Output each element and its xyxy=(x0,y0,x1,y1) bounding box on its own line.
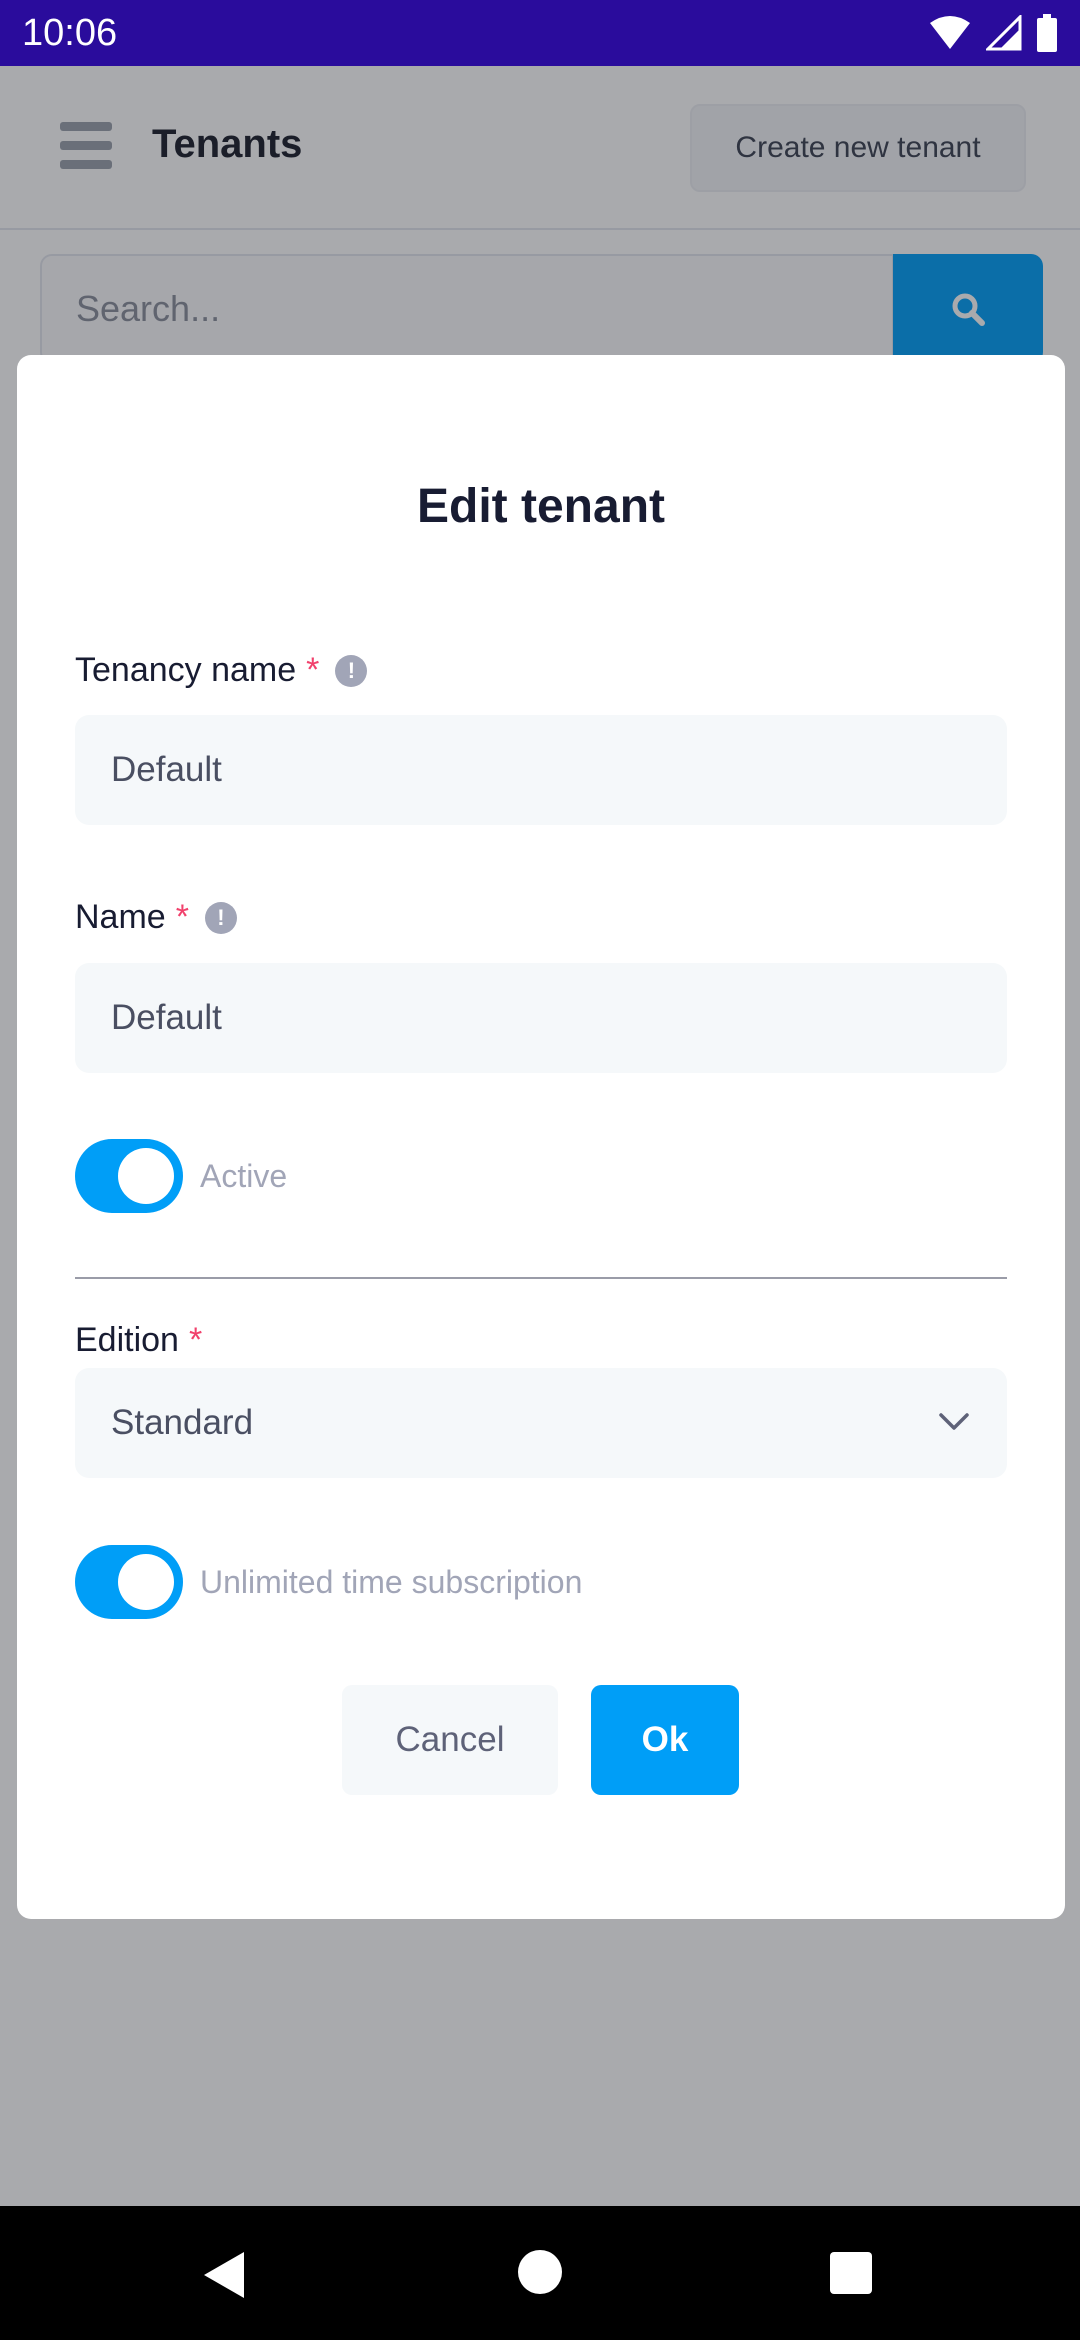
toggle-knob xyxy=(118,1148,174,1204)
active-toggle[interactable] xyxy=(75,1139,183,1213)
screen: 10:06 Tenants Create new tenant Search..… xyxy=(0,0,1080,2340)
required-marker: * xyxy=(188,1321,203,1359)
edition-label: Edition * xyxy=(75,1321,202,1360)
tenancy-name-label-text: Tenancy name xyxy=(75,651,297,689)
name-label: Name * ! xyxy=(75,898,237,937)
edition-label-text: Edition xyxy=(75,1321,179,1359)
modal-title: Edit tenant xyxy=(417,480,665,533)
wifi-icon xyxy=(930,16,970,49)
home-icon[interactable] xyxy=(518,2250,562,2294)
tenancy-name-label: Tenancy name * ! xyxy=(75,651,368,690)
required-marker: * xyxy=(306,651,320,689)
name-input[interactable]: Default xyxy=(75,963,1007,1073)
signal-icon xyxy=(986,15,1022,51)
status-bar: 10:06 xyxy=(0,0,1080,66)
divider xyxy=(75,1277,1007,1279)
status-icons xyxy=(928,14,1058,52)
tenancy-name-input[interactable]: Default xyxy=(75,715,1007,825)
chevron-down-icon xyxy=(939,1413,969,1430)
ok-button[interactable]: Ok xyxy=(591,1685,739,1795)
info-icon[interactable]: ! xyxy=(335,654,368,687)
edit-tenant-modal: Edit tenant Tenancy name * ! Default Nam… xyxy=(17,355,1065,1919)
info-icon[interactable]: ! xyxy=(204,901,237,934)
toggle-knob xyxy=(118,1554,174,1610)
edition-select[interactable]: Standard xyxy=(75,1368,1007,1478)
name-label-text: Name xyxy=(75,898,166,936)
status-time: 10:06 xyxy=(22,11,118,54)
unlimited-subscription-toggle[interactable] xyxy=(75,1545,183,1619)
back-icon[interactable] xyxy=(200,2250,246,2300)
required-marker: * xyxy=(175,898,189,936)
edition-selected-value: Standard xyxy=(111,1403,254,1442)
battery-icon xyxy=(1037,14,1057,52)
navigation-bar xyxy=(0,2206,1080,2340)
active-label: Active xyxy=(200,1158,288,1194)
recent-apps-icon[interactable] xyxy=(830,2252,872,2294)
unlimited-subscription-label: Unlimited time subscription xyxy=(200,1564,583,1600)
cancel-button[interactable]: Cancel xyxy=(342,1685,558,1795)
